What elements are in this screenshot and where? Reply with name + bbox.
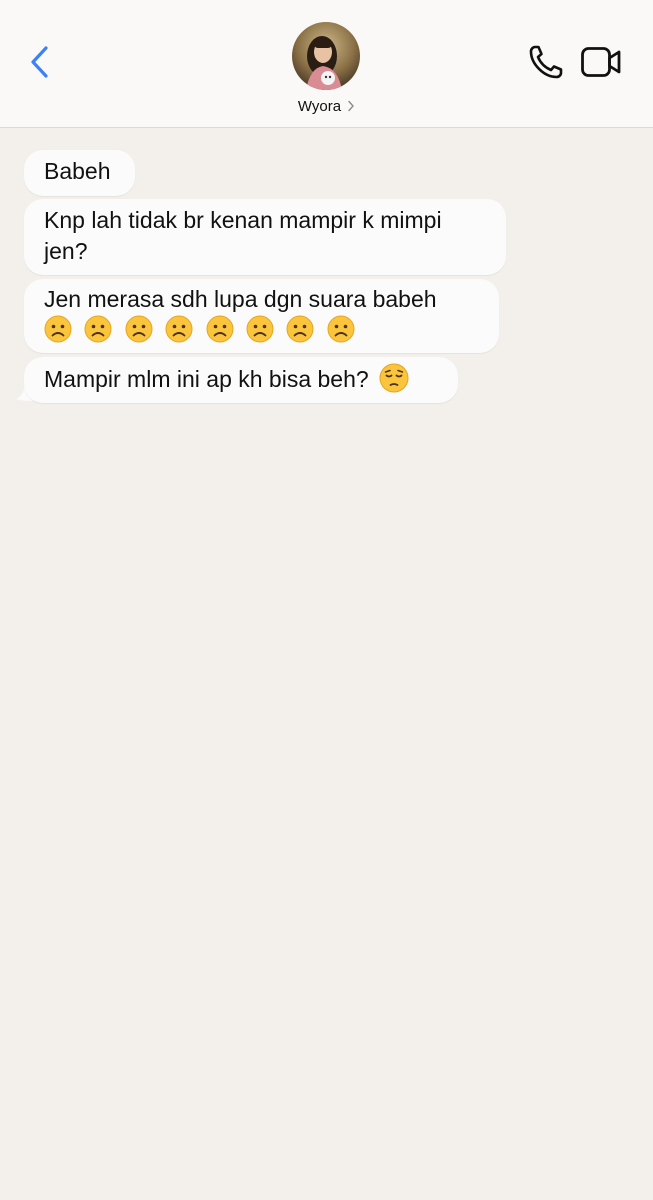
message-bubble[interactable]: Knp lah tidak br kenan mampir k mimpi je… xyxy=(24,199,506,275)
frowning-face-icon xyxy=(165,315,193,343)
frowning-face-icon xyxy=(327,315,355,343)
video-camera-icon xyxy=(581,47,621,77)
message-bubble[interactable]: Babeh xyxy=(24,150,135,196)
frowning-face-icon xyxy=(246,315,274,343)
message-bubble[interactable]: Mampir mlm ini ap kh bisa beh? xyxy=(24,357,458,403)
frowning-face-icon xyxy=(84,315,112,343)
chat-header: Wyora xyxy=(0,0,653,128)
avatar-photo xyxy=(292,22,360,90)
frowning-face-icon xyxy=(125,315,153,343)
contact-avatar[interactable] xyxy=(292,22,360,90)
message-bubble[interactable]: Jen merasa sdh lupa dgn suara babeh xyxy=(24,279,499,353)
contact-name: Wyora xyxy=(297,97,342,115)
audio-call-button[interactable] xyxy=(526,42,566,82)
chevron-left-icon xyxy=(31,46,48,78)
emoji-row xyxy=(44,315,479,346)
frowning-face-icon xyxy=(286,315,314,343)
chevron-right-icon xyxy=(348,100,354,112)
message-text: Jen merasa sdh lupa dgn suara babeh xyxy=(44,286,437,312)
message-text: Mampir mlm ini ap kh bisa beh? xyxy=(44,366,369,392)
back-button[interactable] xyxy=(24,40,58,84)
message-text: Babeh xyxy=(44,158,111,184)
contact-info-link[interactable]: Wyora xyxy=(0,95,653,117)
frowning-face-icon xyxy=(206,315,234,343)
phone-icon xyxy=(529,45,563,79)
pensive-face-icon xyxy=(379,363,409,393)
video-call-button[interactable] xyxy=(580,44,622,80)
message-text: Knp lah tidak br kenan mampir k mimpi je… xyxy=(44,207,442,264)
frowning-face-icon xyxy=(44,315,72,343)
